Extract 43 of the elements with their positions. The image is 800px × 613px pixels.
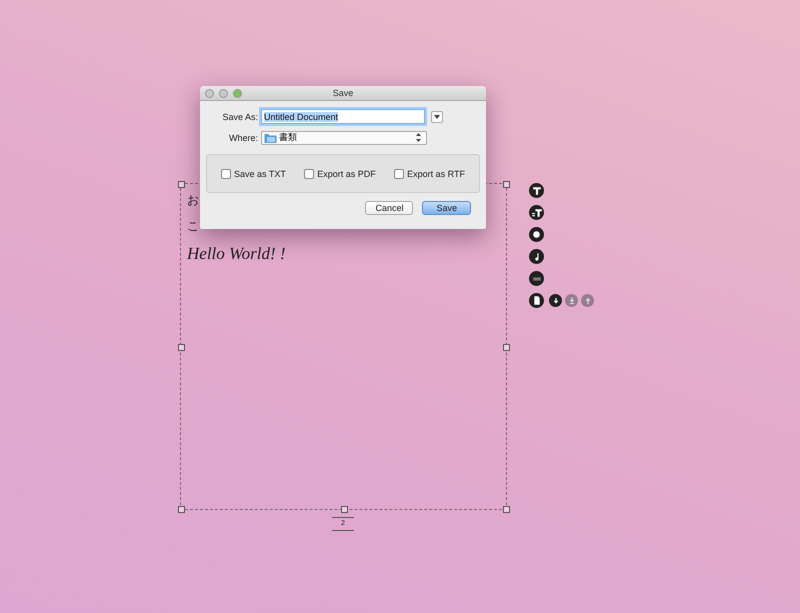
folder-dropdown[interactable]: 書類 [261,130,427,144]
checkbox-label: Export as PDF [317,168,376,178]
expand-button[interactable] [431,110,443,122]
arrow-up-icon [584,296,590,304]
field-label: Save As: [221,112,258,122]
text-line: お [187,192,199,209]
arrow-down-bar-icon [568,296,574,304]
filename-field[interactable]: Untitled Document [261,109,425,124]
checkbox[interactable] [221,168,231,178]
dot-tool-icon [533,231,540,238]
caret-icon [433,114,441,120]
save-button[interactable]: Save [422,201,471,215]
checkbox-label: Save as TXT [234,168,286,178]
resize-handle[interactable] [178,344,185,350]
checkbox[interactable] [394,168,404,178]
resize-handle[interactable] [503,506,510,513]
stepper-icon [415,132,422,143]
resize-handle[interactable] [503,344,510,350]
text-size-tool-button[interactable] [529,205,544,220]
text-line: こ [187,218,199,235]
folder-icon [264,132,277,144]
music-note-tool-icon [534,252,538,260]
cancel-button[interactable]: Cancel [365,201,414,215]
text-line: Hello World! ! [187,243,286,265]
text-tool-icon [532,186,540,194]
resize-handle[interactable] [178,181,185,188]
music-note-tool-button[interactable] [529,249,544,264]
checkbox-label: Export as RTF [407,168,465,178]
page-tool-icon [534,296,540,305]
keyboard-tool-icon [532,276,540,280]
resize-handle[interactable] [340,506,348,513]
arrow-down-button[interactable] [549,294,562,307]
text-tool-button[interactable] [529,183,544,198]
keyboard-tool-button[interactable] [529,271,544,286]
resize-handle[interactable] [178,506,185,513]
resize-handle[interactable] [503,181,510,188]
field-label: Where: [228,132,258,142]
arrow-down-icon [552,296,558,304]
dot-tool-button[interactable] [529,227,544,242]
checkbox[interactable] [304,168,314,178]
window-title: Save [332,88,354,98]
page-tool-button[interactable] [529,293,544,308]
text-size-tool-icon [532,208,542,216]
